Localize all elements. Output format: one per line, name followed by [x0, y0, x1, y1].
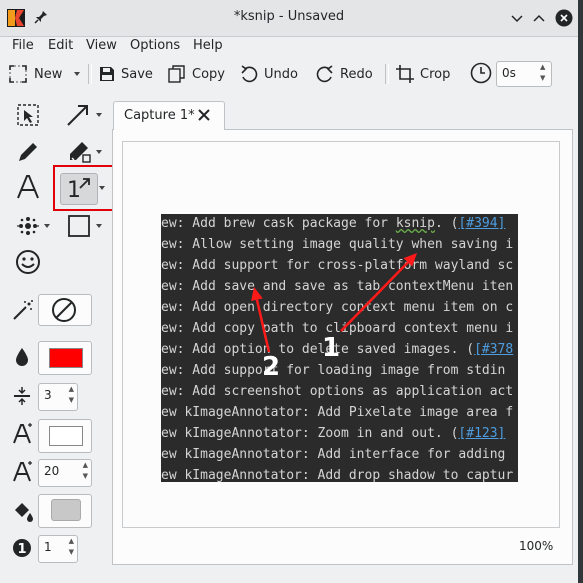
zoom-level: 100%: [519, 539, 554, 553]
annotation-number-2: 2: [262, 352, 281, 382]
annotation-number-1: 1: [322, 333, 341, 363]
annotation-layer: [251, 253, 417, 353]
annotation-arrow-1: [340, 253, 417, 332]
annotation-arrow-2: [251, 287, 271, 353]
ksnip-window: *ksnip - Unsaved File Edit View Options …: [0, 0, 578, 583]
